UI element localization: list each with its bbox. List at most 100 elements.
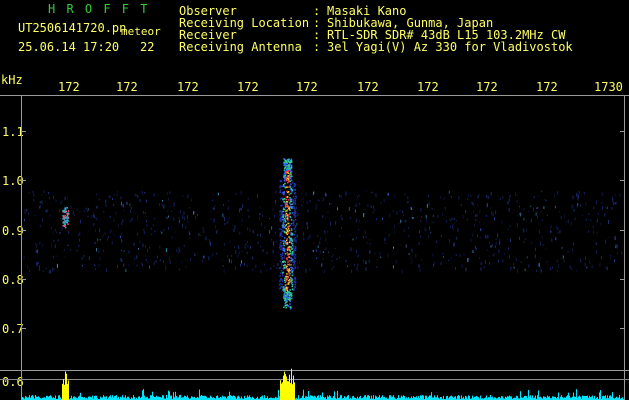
noise-pixel: [168, 198, 170, 201]
spectrum-bar: [78, 396, 79, 400]
spectrum-bar: [580, 396, 581, 400]
echo-pixel: [283, 289, 286, 292]
echo-pixel: [294, 215, 297, 217]
noise-pixel: [608, 219, 610, 224]
noise-pixel: [510, 238, 511, 243]
noise-pixel: [449, 219, 451, 222]
y-axis-ticks: [21, 131, 624, 329]
spectrum-bar: [298, 395, 299, 400]
noise-pixel: [523, 240, 525, 244]
noise-pixel: [327, 230, 329, 233]
echo-pixel: [283, 260, 285, 262]
noise-pixel: [584, 262, 586, 267]
noise-pixel: [72, 211, 74, 215]
echo-pixel: [279, 210, 281, 213]
spectrum-bar: [104, 396, 105, 400]
noise-pixel: [432, 214, 434, 217]
spectrum-bar: [25, 395, 26, 400]
noise-pixel: [278, 217, 279, 219]
noise-pixel: [358, 194, 360, 197]
spectrum-bar: [199, 389, 200, 400]
spectrum-bar: [267, 396, 268, 400]
spectrum-bar: [142, 390, 143, 400]
noise-pixel: [238, 251, 240, 254]
noise-pixel: [37, 261, 39, 264]
noise-pixel: [231, 255, 233, 257]
echo-pixel: [294, 240, 296, 242]
echo-pixel: [293, 205, 295, 208]
noise-pixel: [49, 269, 51, 274]
noise-pixel: [52, 255, 54, 259]
echo-pixel: [292, 273, 294, 275]
noise-pixel: [260, 222, 262, 227]
noise-pixel: [616, 201, 618, 205]
noise-pixel: [536, 210, 538, 215]
noise-pixel: [178, 247, 180, 251]
spectrum-bar: [63, 379, 64, 400]
noise-pixel: [437, 214, 439, 219]
noise-pixel: [284, 255, 286, 259]
echo-pixel: [285, 178, 287, 180]
noise-pixel: [78, 244, 80, 247]
noise-pixel: [545, 248, 547, 250]
echo-pixel: [286, 265, 288, 268]
noise-pixel: [94, 216, 96, 219]
noise-pixel: [614, 259, 615, 262]
noise-pixel: [167, 210, 169, 213]
noise-pixel: [554, 205, 556, 209]
spectrum-bar: [398, 395, 399, 400]
noise-pixel: [365, 260, 367, 265]
echo-pixel: [292, 203, 294, 205]
echo-pixel: [284, 225, 287, 227]
noise-pixel: [266, 252, 268, 254]
noise-pixel: [34, 214, 36, 216]
noise-pixel: [319, 241, 321, 245]
echo-pixel: [284, 277, 286, 280]
echo-pixel: [67, 210, 70, 212]
noise-pixel: [567, 250, 569, 253]
noise-pixel: [569, 265, 571, 268]
spectrum-bar: [421, 395, 422, 400]
noise-pixel: [179, 210, 181, 214]
echo-pixel: [282, 268, 285, 270]
spectrogram-plot: [0, 95, 629, 400]
spectrum-bar: [94, 396, 95, 400]
noise-pixel: [617, 252, 618, 255]
noise-pixel: [345, 191, 347, 196]
noise-pixel: [223, 269, 225, 274]
noise-pixel: [32, 191, 34, 193]
noise-pixel: [247, 245, 249, 248]
spectrum-bar: [49, 396, 50, 400]
noise-pixel: [588, 259, 590, 262]
noise-pixel: [621, 251, 623, 255]
echo-pixel: [285, 239, 288, 242]
noise-pixel: [537, 195, 539, 197]
noise-pixel: [272, 208, 274, 211]
noise-pixel: [462, 215, 464, 219]
echo-pixel: [294, 199, 297, 201]
noise-pixel: [152, 224, 154, 227]
spectrum-bar: [116, 395, 117, 400]
noise-pixel: [497, 233, 499, 238]
echo-pixel: [285, 276, 287, 278]
spectrum-bar: [80, 392, 81, 400]
noise-pixel: [297, 213, 299, 217]
spectrum-bar: [232, 396, 233, 400]
noise-pixel: [209, 239, 211, 243]
noise-pixel: [585, 256, 586, 260]
noise-pixel: [234, 246, 235, 249]
noise-pixel: [137, 215, 139, 220]
echo-pixel: [294, 226, 297, 228]
spectrum-bar: [152, 391, 153, 400]
noise-pixel: [596, 231, 598, 234]
spectrum-bar: [32, 395, 33, 400]
spectrum-bar: [582, 395, 583, 400]
echo-pixel: [294, 237, 297, 239]
noise-pixel: [271, 238, 273, 241]
noise-pixel: [116, 194, 118, 196]
noise-pixel: [609, 256, 611, 259]
noise-pixel: [313, 191, 315, 195]
noise-pixel: [562, 256, 564, 259]
echo-pixel: [290, 248, 293, 250]
noise-pixel: [154, 230, 156, 233]
